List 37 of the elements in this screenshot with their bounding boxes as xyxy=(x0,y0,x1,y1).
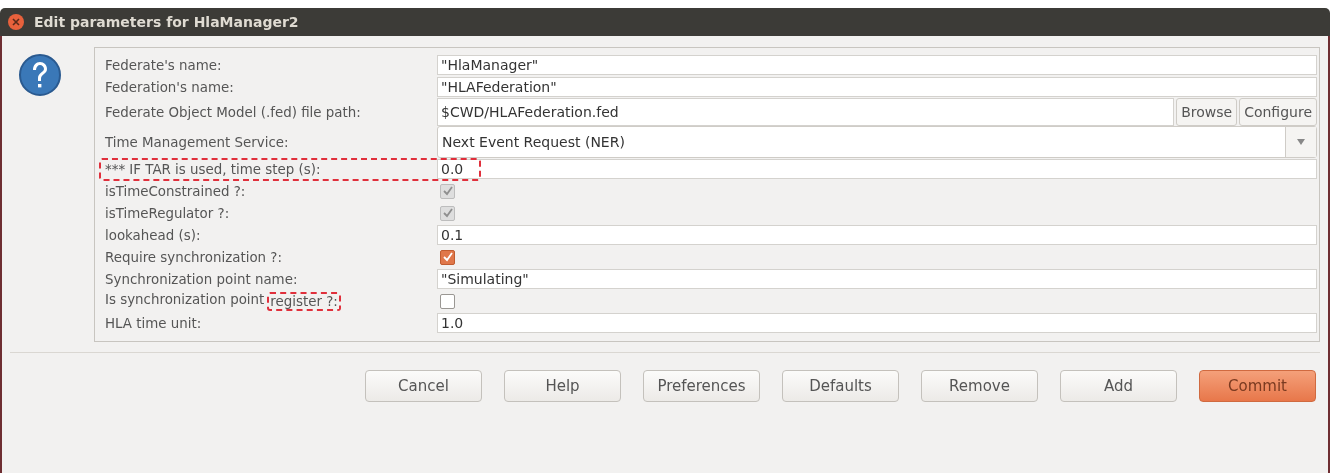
close-icon xyxy=(11,17,21,27)
dropdown-arrow-icon xyxy=(1297,139,1305,145)
field-label: Synchronization point name: xyxy=(105,271,298,287)
field-label: Federate Object Model (.fed) file path: xyxy=(105,104,361,120)
input-field[interactable]: "Simulating" xyxy=(437,269,1317,289)
input-field[interactable]: 1.0 xyxy=(437,313,1317,333)
file-button[interactable]: Browse xyxy=(1176,98,1238,126)
dialog-button[interactable]: Cancel xyxy=(365,370,482,402)
dropdown[interactable]: Next Event Request (NER) xyxy=(437,126,1317,158)
dialog-button[interactable]: Help xyxy=(504,370,621,402)
field-label: *** IF TAR is used, time step (s): xyxy=(105,161,321,177)
field-label: Require synchronization ?: xyxy=(105,249,282,265)
field-label: HLA time unit: xyxy=(105,315,202,331)
checkbox[interactable] xyxy=(440,293,455,309)
field-label: Federation's name: xyxy=(105,79,234,95)
input-field[interactable]: "HLAFederation" xyxy=(437,77,1317,97)
close-button[interactable] xyxy=(8,14,24,30)
field-label: isTimeConstrained ?: xyxy=(105,183,246,199)
input-field[interactable]: 0.1 xyxy=(437,225,1317,245)
field-label: Time Management Service: xyxy=(105,134,289,150)
dialog-button[interactable]: Preferences xyxy=(643,370,760,402)
field-label: Federate's name: xyxy=(105,57,222,73)
input-field[interactable]: 0.0 xyxy=(437,159,1317,179)
checkbox[interactable] xyxy=(440,249,455,265)
question-icon xyxy=(18,53,62,97)
file-path-field[interactable]: $CWD/HLAFederation.fed xyxy=(437,98,1175,126)
field-label: Is synchronization point xyxy=(105,291,265,309)
dialog-button[interactable]: Remove xyxy=(921,370,1038,402)
dialog-button[interactable]: Defaults xyxy=(782,370,899,402)
field-label: isTimeRegulator ?: xyxy=(105,205,230,221)
input-field[interactable]: "HlaManager" xyxy=(437,55,1317,75)
dialog-button[interactable]: Commit xyxy=(1199,370,1316,402)
field-label: lookahead (s): xyxy=(105,227,201,243)
annotated-label: register ?: xyxy=(267,291,341,311)
window-title: Edit parameters for HlaManager2 xyxy=(34,14,299,30)
dialog-button[interactable]: Add xyxy=(1060,370,1177,402)
file-button[interactable]: Configure xyxy=(1239,98,1317,126)
